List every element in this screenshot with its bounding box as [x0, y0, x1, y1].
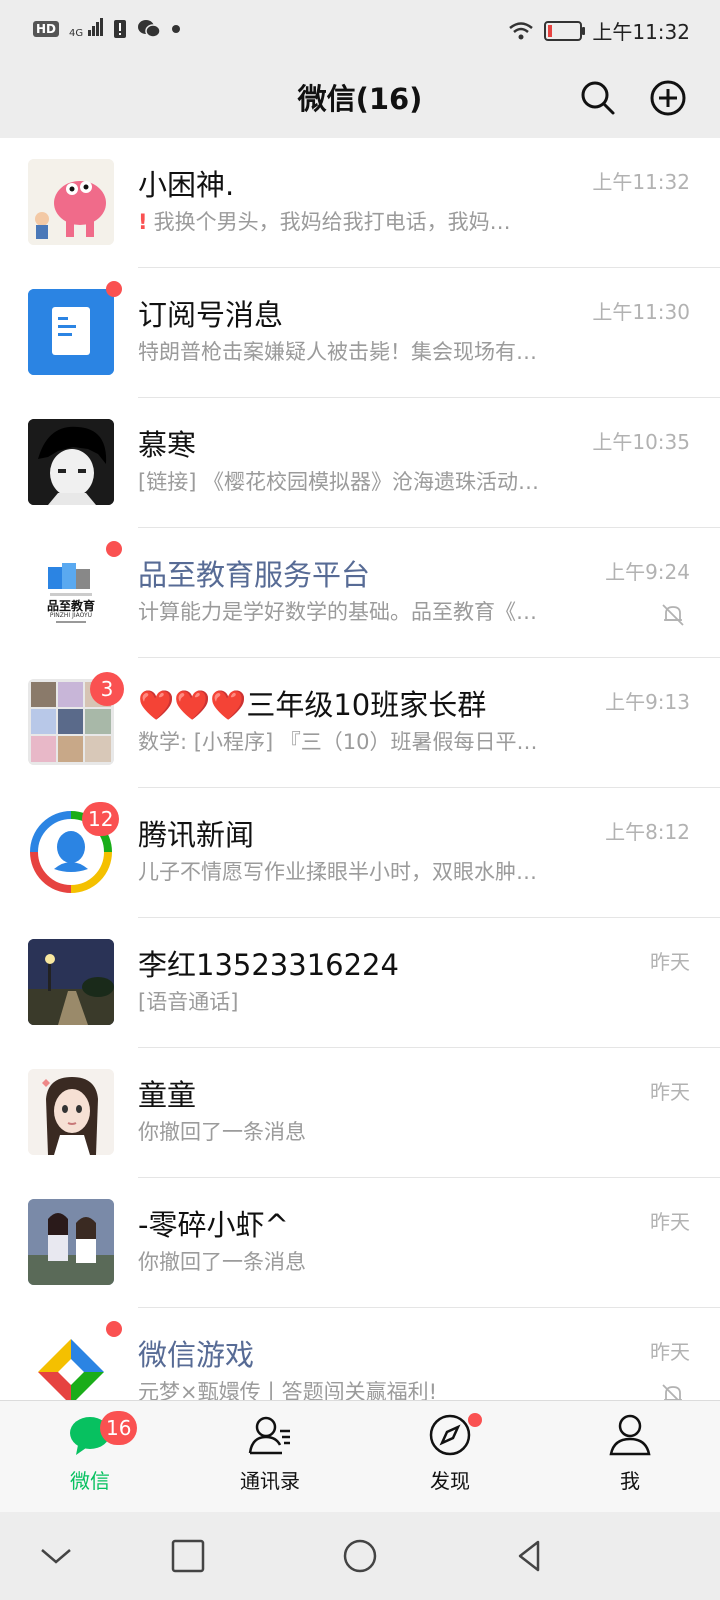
chat-name: 李红13523316224	[138, 948, 399, 982]
chat-time: 昨天	[650, 950, 690, 974]
chat-preview: [语音通话]	[138, 990, 239, 1014]
chat-name: 订阅号消息	[138, 298, 284, 332]
hd-indicator: HD	[33, 20, 60, 37]
chat-time: 昨天	[650, 1340, 690, 1364]
unread-dot	[106, 1321, 122, 1337]
chat-name: -零碎小虾^	[138, 1208, 289, 1242]
chat-preview: 特朗普枪击案嫌疑人被击毙！集会现场有…	[138, 340, 537, 364]
chat-time: 上午11:30	[592, 300, 690, 324]
unread-dot	[468, 1413, 482, 1427]
alert-icon	[114, 19, 127, 38]
chat-row[interactable]: 童童 你撤回了一条消息 昨天	[0, 1048, 720, 1178]
compass-icon	[429, 1414, 471, 1456]
chat-time: 上午10:35	[592, 430, 690, 454]
mute-bell-icon	[662, 604, 684, 626]
chat-time: 上午11:32	[592, 170, 690, 194]
unread-badge: 3	[90, 672, 124, 706]
chat-list[interactable]: 小困神. ! 我换个男头，我妈给我打电话，我妈… 上午11:32 订阅号消息 特朗…	[0, 138, 720, 1400]
chat-time: 上午9:24	[605, 560, 690, 584]
nav-home-icon[interactable]	[338, 1534, 382, 1578]
chat-row[interactable]: 微信游戏 元梦×甄嬛传丨答题闯关赢福利! 昨天	[0, 1308, 720, 1400]
unread-dot	[106, 281, 122, 297]
chat-preview: [链接] 《樱花校园模拟器》沧海遗珠活动…	[138, 470, 540, 494]
tab-me[interactable]: 我	[540, 1413, 720, 1505]
chat-preview: 数学: [小程序] 『三（10）班暑假每日平…	[138, 730, 538, 754]
chat-name: ❤️❤️❤️三年级10班家长群	[138, 688, 487, 722]
chat-preview: 你撤回了一条消息	[138, 1120, 306, 1144]
avatar-logo-subtext: PINZHI JIAOYU	[49, 612, 93, 619]
tab-label: 微信	[70, 1469, 110, 1493]
chat-time: 昨天	[650, 1210, 690, 1234]
chat-row[interactable]: -零碎小虾^ 你撤回了一条消息 昨天	[0, 1178, 720, 1308]
chat-name: 微信游戏	[138, 1338, 255, 1372]
chat-time: 上午8:12	[605, 820, 690, 844]
more-notifications-dot	[172, 24, 181, 33]
avatar	[28, 1199, 114, 1285]
status-right: 上午11:32	[508, 16, 690, 45]
chat-preview: 你撤回了一条消息	[138, 1250, 306, 1274]
tab-label: 我	[620, 1469, 640, 1493]
unread-badge: 12	[82, 802, 120, 836]
contacts-icon	[248, 1416, 290, 1455]
avatar	[28, 289, 114, 375]
network-type: 4G	[69, 28, 84, 39]
chat-name: 童童	[138, 1078, 197, 1112]
chat-row[interactable]: 3 ❤️❤️❤️三年级10班家长群 数学: [小程序] 『三（10）班暑假每日平…	[0, 658, 720, 788]
chat-row[interactable]: 品至教育 PINZHI JIAOYU 品至教育服务平台 计算能力是学好数学的基础…	[0, 528, 720, 658]
unread-dot	[106, 541, 122, 557]
signal-icon: 4G	[69, 18, 104, 39]
chat-preview: 计算能力是学好数学的基础。品至教育《…	[138, 600, 537, 624]
nav-recent-icon[interactable]	[166, 1534, 210, 1578]
avatar	[28, 1329, 114, 1400]
chat-preview: 儿子不情愿写作业揉眼半小时，双眼水肿…	[138, 860, 537, 884]
mute-bell-icon	[662, 1384, 682, 1400]
person-icon	[609, 1414, 651, 1456]
chat-row[interactable]: 小困神. ! 我换个男头，我妈给我打电话，我妈… 上午11:32	[0, 138, 720, 268]
tab-bar: 16 微信 通讯录 发现 我	[0, 1400, 720, 1513]
nav-back-icon[interactable]	[508, 1534, 552, 1578]
battery-icon	[544, 20, 586, 41]
tab-contacts[interactable]: 通讯录	[180, 1413, 360, 1505]
chat-name: 腾讯新闻	[138, 818, 255, 852]
avatar	[28, 939, 114, 1025]
chat-time: 上午9:13	[605, 690, 690, 714]
chat-preview: 元梦×甄嬛传丨答题闯关赢福利!	[138, 1380, 438, 1400]
avatar: 品至教育 PINZHI JIAOYU	[28, 549, 114, 635]
nav-collapse-icon[interactable]	[34, 1534, 78, 1578]
system-nav-bar	[0, 1512, 720, 1600]
tab-label: 通讯录	[240, 1469, 300, 1493]
chat-name: 慕寒	[138, 428, 197, 462]
chat-name: 小困神.	[138, 168, 235, 202]
chat-row[interactable]: 12 腾讯新闻 儿子不情愿写作业揉眼半小时，双眼水肿… 上午8:12	[0, 788, 720, 918]
chat-preview-text: 我换个男头，我妈给我打电话，我妈…	[153, 210, 511, 234]
avatar	[28, 159, 114, 245]
add-circle-icon[interactable]	[648, 78, 688, 118]
tab-unread-badge: 16	[100, 1411, 138, 1445]
status-bar: HD 4G 上午11:32	[0, 0, 720, 62]
wifi-icon	[509, 21, 534, 39]
clock: 上午11:32	[592, 20, 690, 44]
wechat-notify-icon	[138, 19, 161, 38]
avatar	[28, 419, 114, 505]
search-icon[interactable]	[578, 78, 618, 118]
chat-row[interactable]: 李红13523316224 [语音通话] 昨天	[0, 918, 720, 1048]
tab-chats[interactable]: 16 微信	[0, 1411, 180, 1505]
chat-row[interactable]: 慕寒 [链接] 《樱花校园模拟器》沧海遗珠活动… 上午10:35	[0, 398, 720, 528]
failed-send-icon: !	[138, 210, 148, 234]
chat-time: 昨天	[650, 1080, 690, 1104]
title-bar: 微信(16)	[0, 62, 720, 138]
chat-row[interactable]: 订阅号消息 特朗普枪击案嫌疑人被击毙！集会现场有… 上午11:30	[0, 268, 720, 398]
status-left: HD 4G	[33, 18, 181, 39]
chat-name: 品至教育服务平台	[138, 558, 371, 592]
tab-discover[interactable]: 发现	[360, 1413, 540, 1505]
tab-label: 发现	[430, 1469, 470, 1493]
chat-preview: ! 我换个男头，我妈给我打电话，我妈…	[138, 206, 578, 236]
avatar	[28, 1069, 114, 1155]
